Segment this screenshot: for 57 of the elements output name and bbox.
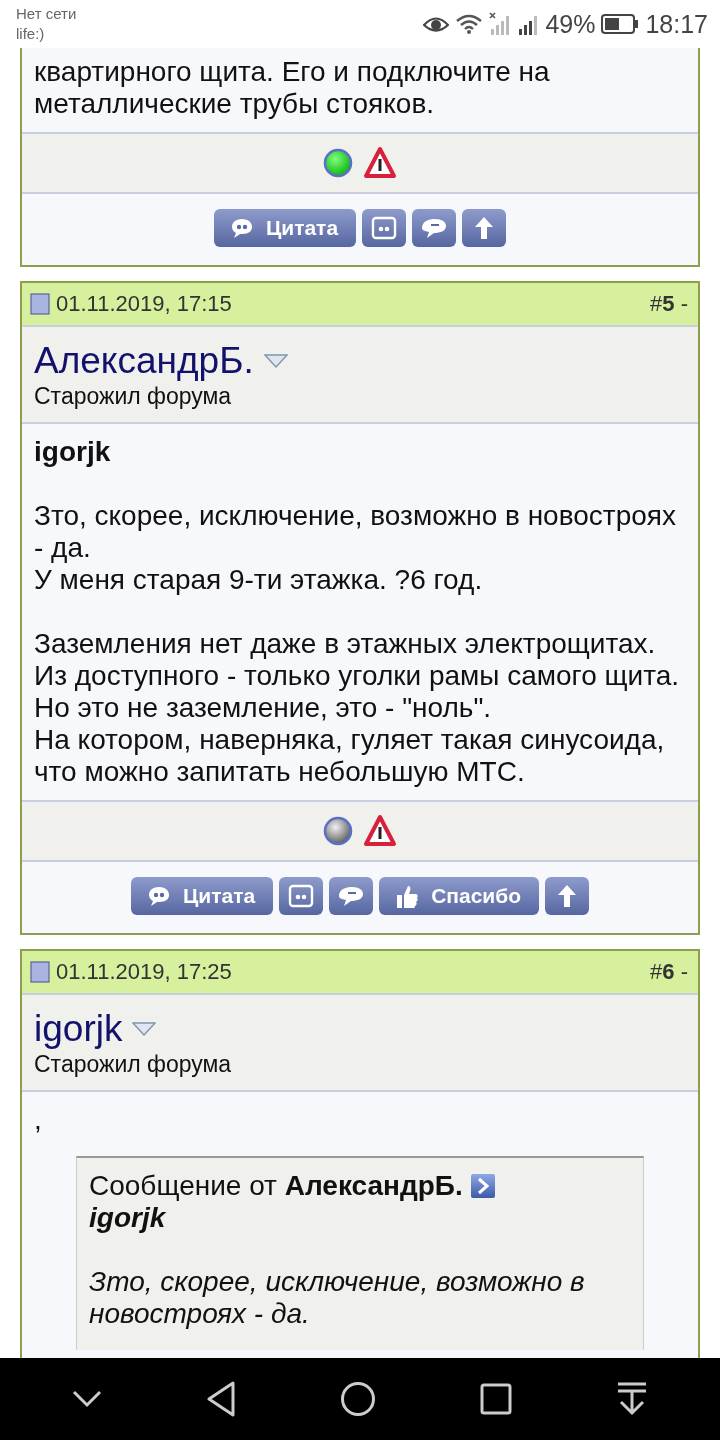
text-line: igorjk xyxy=(34,436,112,468)
report-warning-icon[interactable] xyxy=(363,146,397,180)
post-number[interactable]: #6 - xyxy=(650,959,688,985)
eye-icon xyxy=(423,14,450,34)
chevron-down-icon[interactable] xyxy=(72,1390,102,1408)
text-line: металлические трубы стояков. xyxy=(34,88,436,120)
go-to-post-icon[interactable] xyxy=(470,1174,495,1198)
signal-icon xyxy=(489,12,512,36)
quick-reply-button[interactable] xyxy=(412,209,457,247)
text-line: На котором, наверняка, гуляет такая синусоида, что можно запитать небольшую МТС. xyxy=(34,724,666,788)
user-rank: Старожил форума xyxy=(34,1051,233,1078)
document-icon xyxy=(30,293,50,315)
quote-attribution: Сообщение от АлександрБ. xyxy=(89,1170,463,1202)
scroll-top-button[interactable] xyxy=(545,877,590,915)
text-line: Из доступного - только уголки рамы самого щита. xyxy=(34,660,681,692)
quote-marks-icon xyxy=(371,216,398,240)
arrow-up-icon xyxy=(474,215,495,241)
quote-button[interactable]: Цитата xyxy=(130,877,274,915)
document-icon xyxy=(30,961,50,983)
multi-quote-button[interactable] xyxy=(279,877,324,915)
speech-bubble-icon xyxy=(229,217,254,239)
speech-bubble-icon xyxy=(146,885,171,907)
dropdown-caret-icon[interactable] xyxy=(263,354,288,368)
thumbs-up-icon xyxy=(395,883,420,909)
text-line: У меня старая 9-ти этажка. ?6 год. xyxy=(34,564,484,596)
wifi-icon xyxy=(455,13,484,35)
quote-button[interactable]: Цитата xyxy=(213,209,357,247)
notification-pull-icon[interactable] xyxy=(616,1382,648,1416)
multi-quote-button[interactable] xyxy=(362,209,407,247)
quick-reply-button[interactable] xyxy=(329,877,374,915)
carrier-text: Нет сети xyxy=(16,4,77,24)
post-date: 01.11.2019, 17:15 xyxy=(56,291,232,317)
username-link[interactable]: АлександрБ. xyxy=(34,341,254,381)
scroll-top-button[interactable] xyxy=(462,209,507,247)
quote-marks-icon xyxy=(288,884,315,908)
username-link[interactable]: igorjk xyxy=(34,1009,123,1049)
text-line: Заземления нет даже в этажных электрощитах. xyxy=(34,628,657,660)
text-line: Зто, скорее, исключение, возможно в новостроях - да. xyxy=(34,500,677,564)
user-rank: Старожил форума xyxy=(34,383,233,410)
battery-icon xyxy=(601,14,640,34)
battery-percent: 49% xyxy=(545,9,596,39)
post-number[interactable]: #5 - xyxy=(650,291,688,317)
quote-author: igorjk xyxy=(89,1202,167,1234)
text-line: квартирного щита. Его и подключите на xyxy=(34,56,551,88)
back-icon[interactable] xyxy=(206,1381,236,1417)
text-line: Но это не заземление, это - "ноль". xyxy=(34,692,493,724)
dropdown-caret-icon[interactable] xyxy=(132,1022,157,1036)
text-line: , xyxy=(34,1104,43,1136)
carrier-text: life:) xyxy=(16,24,46,44)
post-date: 01.11.2019, 17:25 xyxy=(56,959,232,985)
recents-icon[interactable] xyxy=(480,1383,512,1415)
clock: 18:17 xyxy=(645,9,708,39)
quote-line: Зто, скорее, исключение, возможно в новостроях - да. xyxy=(89,1266,586,1330)
home-icon[interactable] xyxy=(340,1381,376,1417)
report-warning-icon[interactable] xyxy=(363,814,397,848)
arrow-up-icon xyxy=(557,883,578,909)
thanks-button[interactable]: Спасибо xyxy=(379,877,540,915)
